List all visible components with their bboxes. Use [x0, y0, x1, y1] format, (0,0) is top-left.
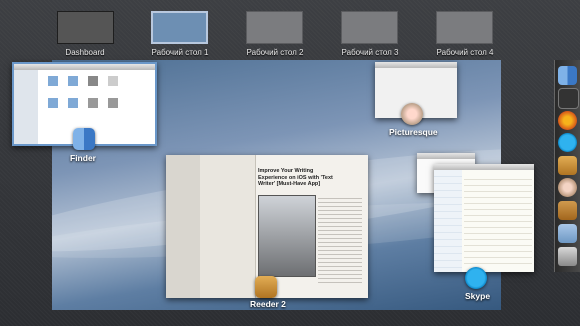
finder-icon — [73, 128, 95, 150]
space-label-desktop-4: Рабочий стол 4 — [436, 48, 494, 57]
finder-item — [88, 76, 98, 86]
trash-icon[interactable] — [558, 247, 577, 266]
finder-sidebar — [14, 70, 38, 144]
reeder-label: Reeder 2 — [250, 299, 286, 309]
space-thumb-desktop-1[interactable] — [151, 11, 208, 44]
finder-item — [108, 76, 118, 86]
skype-contacts — [434, 170, 462, 272]
space-label-desktop-1: Рабочий стол 1 — [151, 48, 209, 57]
finder-item — [108, 98, 118, 108]
space-label-desktop-2: Рабочий стол 2 — [246, 48, 304, 57]
space-thumb-desktop-3[interactable] — [341, 11, 398, 44]
skype-label: Skype — [465, 291, 491, 301]
finder-label: Finder — [70, 153, 96, 163]
finder-item — [68, 76, 78, 86]
skype-chat — [464, 174, 532, 266]
picturesque-icon — [401, 103, 423, 125]
skype-small-titlebar — [417, 153, 475, 159]
dock — [554, 60, 580, 272]
finder-item — [88, 98, 98, 108]
picturesque-titlebar — [375, 62, 457, 68]
skype-icon[interactable] — [558, 133, 577, 152]
finder-icon[interactable] — [558, 66, 577, 85]
finder-item — [48, 76, 58, 86]
space-thumb-desktop-4[interactable] — [436, 11, 493, 44]
folder-icon[interactable] — [558, 224, 577, 243]
space-thumb-dashboard[interactable] — [57, 11, 114, 44]
skype-window[interactable] — [434, 164, 534, 272]
picturesque-icon[interactable] — [558, 178, 577, 197]
reeder-article-image — [258, 195, 316, 277]
reeder-icon[interactable] — [558, 156, 577, 175]
reeder-article-list — [200, 155, 256, 298]
dashboard-icon[interactable] — [558, 88, 579, 109]
finder-item — [68, 98, 78, 108]
finder-item — [48, 98, 58, 108]
firefox-icon[interactable] — [558, 111, 577, 130]
reeder-icon — [255, 276, 277, 298]
space-thumb-desktop-2[interactable] — [246, 11, 303, 44]
reeder-article-title: Improve Your Writing Experience on iOS w… — [258, 168, 333, 188]
space-label-dashboard: Dashboard — [65, 48, 105, 57]
reeder-article-text — [318, 195, 362, 285]
space-label-desktop-3: Рабочий стол 3 — [341, 48, 399, 57]
reeder-sidebar — [166, 155, 200, 298]
picturesque-label: Picturesque — [389, 127, 438, 137]
textwriter-icon[interactable] — [558, 201, 577, 220]
skype-icon — [465, 267, 487, 289]
